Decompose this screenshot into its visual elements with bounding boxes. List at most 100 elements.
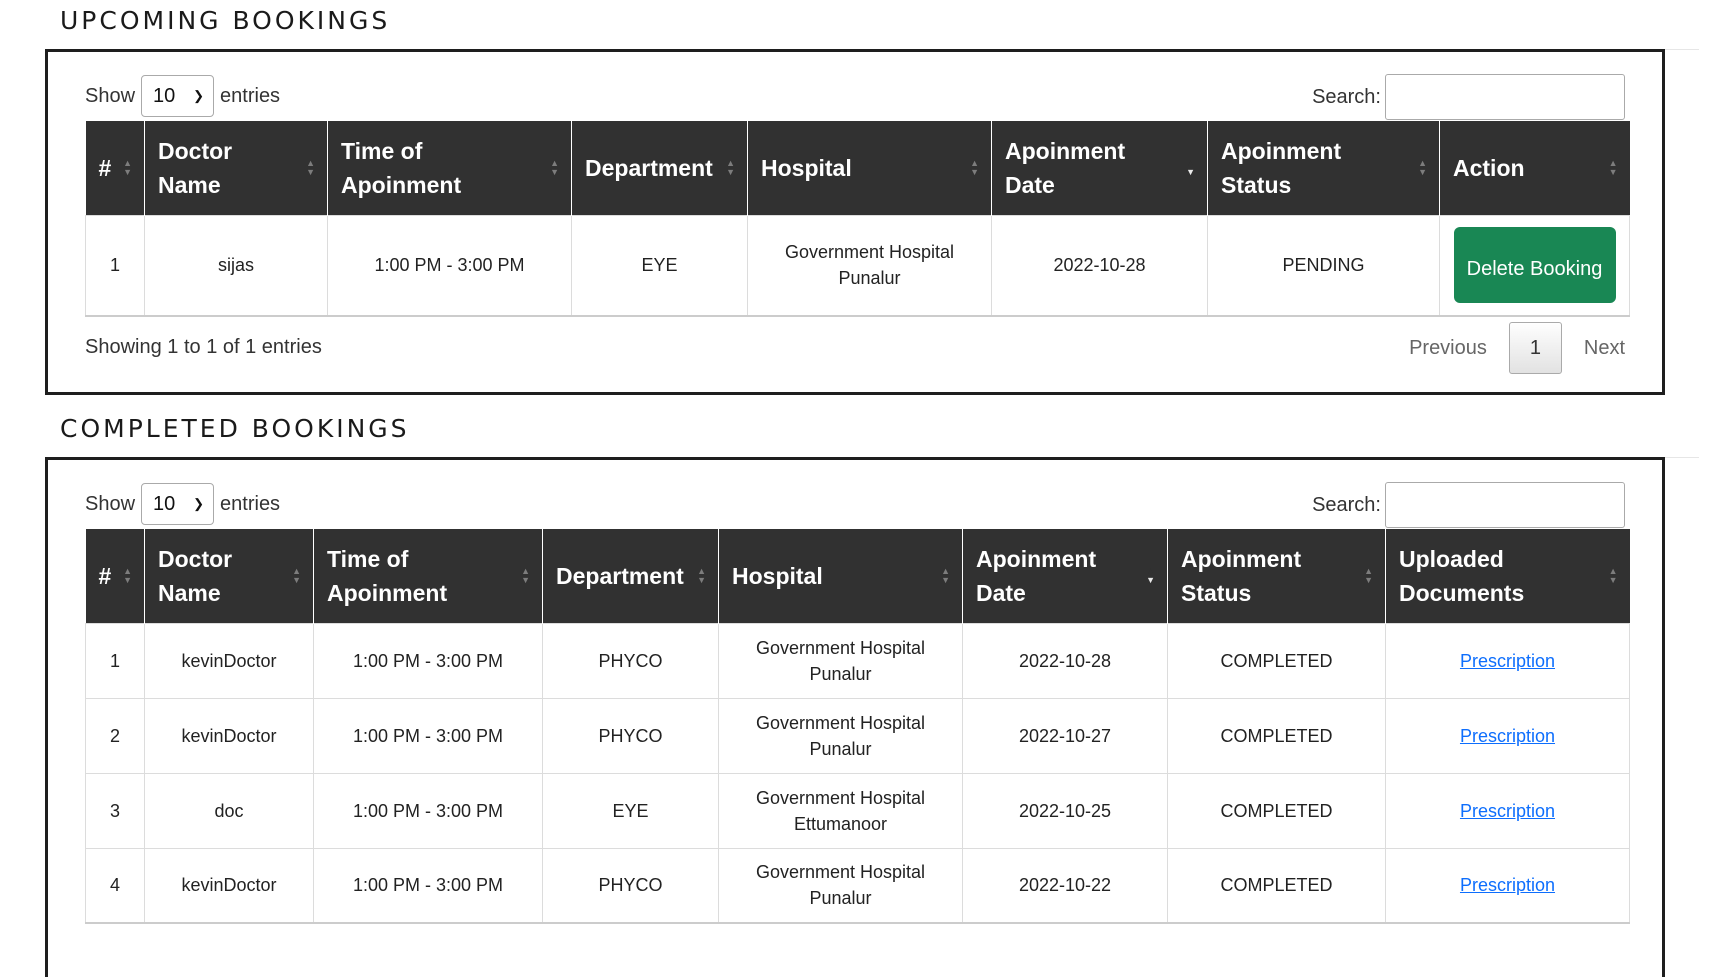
cell-time: 1:00 PM - 3:00 PM <box>313 772 543 849</box>
sort-both-icon: ▲ ▼ <box>941 565 950 585</box>
upcoming-table-controls: Show 10 ❯ entries Search: <box>85 74 1625 120</box>
cell-date: 2022-10-27 <box>962 697 1168 774</box>
sort-desc-icon: ▲ ▼ <box>1146 565 1155 585</box>
entries-select-value: 10 <box>153 84 176 107</box>
column-header-status[interactable]: Apoinment Status ▲ ▼ <box>1207 121 1440 215</box>
cell-status: COMPLETED <box>1167 622 1386 699</box>
pagination-page-1[interactable]: 1 <box>1508 322 1562 374</box>
cell-number: 3 <box>85 772 145 849</box>
column-header-doctor-name[interactable]: Doctor Name ▲ ▼ <box>144 121 328 215</box>
cell-action: Delete Booking <box>1439 214 1630 317</box>
entries-label: entries <box>220 492 281 515</box>
search-input[interactable] <box>1385 482 1625 528</box>
entries-length-control: Show 10 ❯ entries <box>85 482 280 526</box>
cell-status: COMPLETED <box>1167 847 1386 924</box>
section-divider <box>1664 49 1699 50</box>
section-divider <box>1664 457 1699 458</box>
cell-status: PENDING <box>1207 214 1440 317</box>
column-header-number[interactable]: # ▲ ▼ <box>85 121 145 215</box>
column-header-number[interactable]: # ▲ ▼ <box>85 529 145 623</box>
sort-both-icon: ▲ ▼ <box>970 157 979 177</box>
hospital-name: Government Hospital Ettumanoor <box>755 787 926 834</box>
table-row: 1 kevinDoctor 1:00 PM - 3:00 PM PHYCO Go… <box>85 622 1630 699</box>
cell-hospital: Government Hospital Ettumanoor <box>718 772 963 849</box>
cell-number: 4 <box>85 847 145 924</box>
hospital-name: Government Hospital Punalur <box>755 637 926 684</box>
cell-date: 2022-10-28 <box>962 622 1168 699</box>
search-control: Search: <box>1312 74 1625 120</box>
cell-number: 1 <box>85 622 145 699</box>
cell-department: PHYCO <box>542 697 719 774</box>
sort-both-icon: ▲ ▼ <box>697 565 706 585</box>
sort-both-icon: ▲ ▼ <box>1364 565 1373 585</box>
sort-both-icon: ▲ ▼ <box>306 157 315 177</box>
cell-time: 1:00 PM - 3:00 PM <box>327 214 572 317</box>
upcoming-table-footer: Showing 1 to 1 of 1 entries Previous 1 N… <box>85 322 1625 374</box>
hospital-name: Government Hospital Punalur <box>755 862 926 909</box>
completed-bookings-table: # ▲ ▼ Doctor Name ▲ ▼ Time of Apoinment ▲ ▼ De… <box>85 529 1630 924</box>
cell-date: 2022-10-28 <box>991 214 1208 317</box>
column-header-doctor-name[interactable]: Doctor Name ▲ ▼ <box>144 529 314 623</box>
sort-both-icon: ▲ ▼ <box>550 157 559 177</box>
entries-select[interactable]: 10 ❯ <box>141 75 215 117</box>
pagination: Previous 1 Next <box>1409 322 1625 374</box>
cell-hospital: Government Hospital Punalur <box>718 697 963 774</box>
completed-bookings-panel: Show 10 ❯ entries Search: # ▲ ▼ Doctor Nam… <box>45 457 1665 977</box>
prescription-link[interactable]: Prescription <box>1460 875 1555 895</box>
sort-both-icon: ▲ ▼ <box>521 565 530 585</box>
column-header-date[interactable]: Apoinment Date ▲ ▼ <box>962 529 1168 623</box>
column-header-date[interactable]: Apoinment Date ▲ ▼ <box>991 121 1208 215</box>
cell-hospital: Government Hospital Punalur <box>718 622 963 699</box>
show-label: Show <box>85 492 136 515</box>
sort-both-icon: ▲ ▼ <box>292 565 301 585</box>
column-header-hospital[interactable]: Hospital ▲ ▼ <box>747 121 992 215</box>
show-label: Show <box>85 84 136 107</box>
cell-status: COMPLETED <box>1167 697 1386 774</box>
cell-doctor: sijas <box>144 214 328 317</box>
sort-both-icon: ▲ ▼ <box>1608 565 1618 585</box>
table-row: 3 doc 1:00 PM - 3:00 PM EYE Government H… <box>85 772 1630 849</box>
upcoming-bookings-title: UPCOMING BOOKINGS <box>60 6 391 35</box>
column-header-department[interactable]: Department ▲ ▼ <box>542 529 719 623</box>
cell-status: COMPLETED <box>1167 772 1386 849</box>
entries-select[interactable]: 10 ❯ <box>141 483 215 525</box>
cell-document: Prescription <box>1385 847 1630 924</box>
column-header-action[interactable]: Action ▲ ▼ <box>1439 121 1630 215</box>
cell-number: 1 <box>85 214 145 317</box>
prescription-link[interactable]: Prescription <box>1460 801 1555 821</box>
cell-time: 1:00 PM - 3:00 PM <box>313 697 543 774</box>
search-input[interactable] <box>1385 74 1625 120</box>
table-header-row: # ▲ ▼ Doctor Name ▲ ▼ Time of Apoinment ▲ ▼ De… <box>85 529 1630 623</box>
column-header-department[interactable]: Department ▲ ▼ <box>571 121 748 215</box>
table-row: 2 kevinDoctor 1:00 PM - 3:00 PM PHYCO Go… <box>85 697 1630 774</box>
entries-length-control: Show 10 ❯ entries <box>85 74 280 118</box>
entries-select-value: 10 <box>153 492 176 515</box>
column-header-time[interactable]: Time of Apoinment ▲ ▼ <box>313 529 543 623</box>
pagination-previous[interactable]: Previous <box>1409 337 1487 360</box>
cell-doctor: kevinDoctor <box>144 697 314 774</box>
cell-document: Prescription <box>1385 772 1630 849</box>
sort-both-icon: ▲ ▼ <box>123 157 132 177</box>
upcoming-bookings-table: # ▲ ▼ Doctor Name ▲ ▼ Time of Apoinment ▲ ▼ De… <box>85 121 1630 317</box>
cell-doctor: kevinDoctor <box>144 847 314 924</box>
cell-date: 2022-10-25 <box>962 772 1168 849</box>
cell-hospital: Government Hospital Punalur <box>747 214 992 317</box>
column-header-hospital[interactable]: Hospital ▲ ▼ <box>718 529 963 623</box>
cell-date: 2022-10-22 <box>962 847 1168 924</box>
column-header-time[interactable]: Time of Apoinment ▲ ▼ <box>327 121 572 215</box>
delete-booking-button[interactable]: Delete Booking <box>1453 227 1616 304</box>
cell-hospital: Government Hospital Punalur <box>718 847 963 924</box>
table-row: 1 sijas 1:00 PM - 3:00 PM EYE Government… <box>85 214 1630 317</box>
pagination-next[interactable]: Next <box>1584 337 1625 360</box>
column-header-status[interactable]: Apoinment Status ▲ ▼ <box>1167 529 1386 623</box>
prescription-link[interactable]: Prescription <box>1460 726 1555 746</box>
table-header-row: # ▲ ▼ Doctor Name ▲ ▼ Time of Apoinment ▲ ▼ De… <box>85 121 1630 215</box>
table-row: 4 kevinDoctor 1:00 PM - 3:00 PM PHYCO Go… <box>85 847 1630 924</box>
hospital-name: Government Hospital Punalur <box>755 712 926 759</box>
completed-table-controls: Show 10 ❯ entries Search: <box>85 482 1625 528</box>
hospital-name: Government Hospital Punalur <box>784 242 955 289</box>
cell-time: 1:00 PM - 3:00 PM <box>313 622 543 699</box>
completed-bookings-title: COMPLETED BOOKINGS <box>60 414 410 443</box>
column-header-documents[interactable]: Uploaded Documents ▲ ▼ <box>1385 529 1630 623</box>
prescription-link[interactable]: Prescription <box>1460 651 1555 671</box>
